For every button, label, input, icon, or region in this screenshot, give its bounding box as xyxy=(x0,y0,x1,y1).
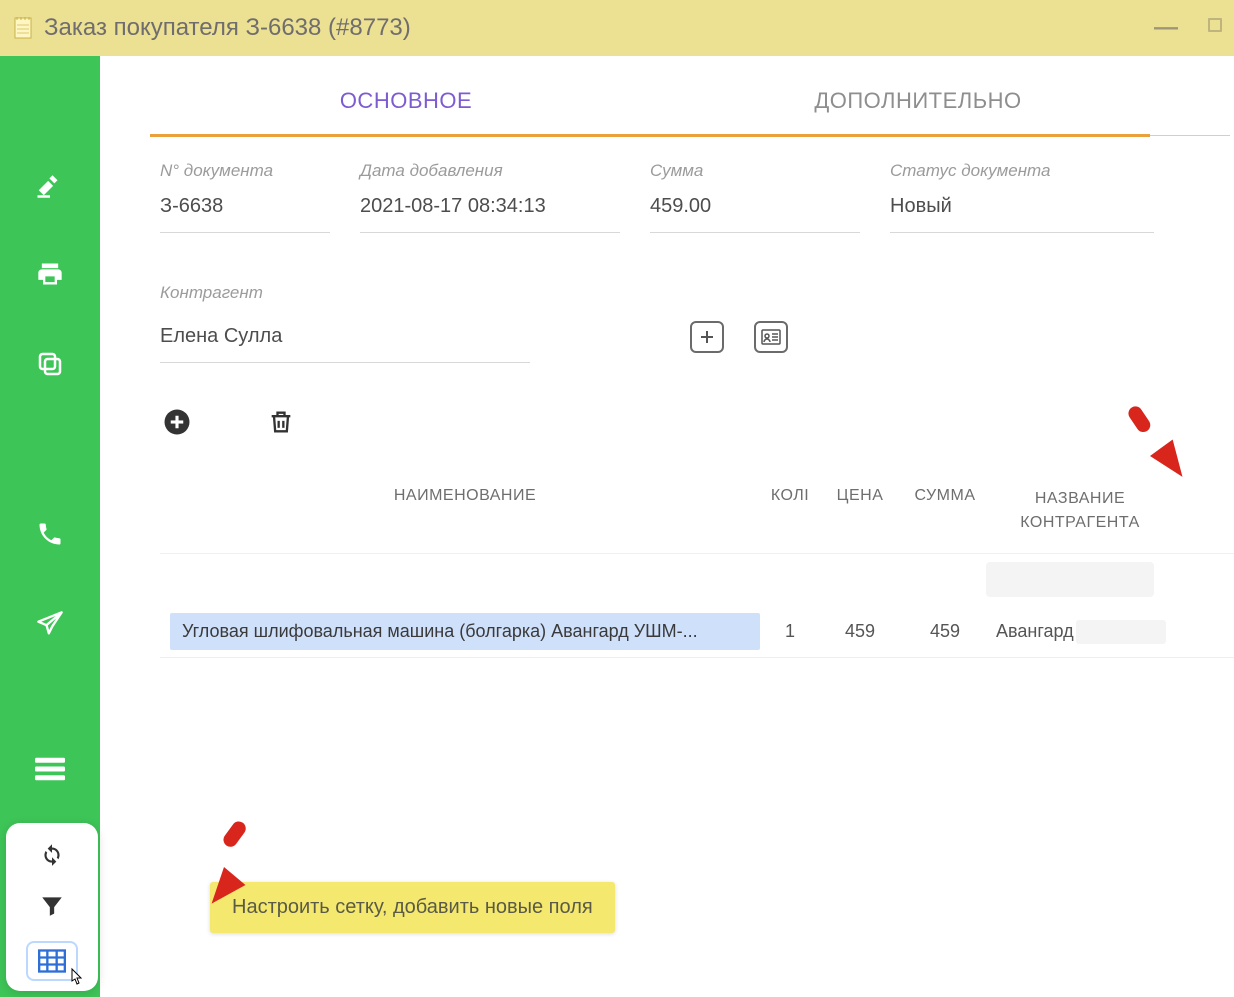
value-status: Новый xyxy=(890,195,1154,233)
add-contragent-button[interactable] xyxy=(690,321,724,353)
grid-settings-tooltip: Настроить сетку, добавить новые поля xyxy=(210,882,615,933)
delete-row-button[interactable] xyxy=(264,405,298,439)
field-doc-number: N° документа З-6638 xyxy=(160,161,350,233)
minimize-button[interactable]: — xyxy=(1154,14,1178,42)
header-fields: N° документа З-6638 Дата добавления 2021… xyxy=(160,161,1174,233)
copy-icon[interactable] xyxy=(32,346,68,382)
tab-main[interactable]: ОСНОВНОЕ xyxy=(150,76,662,134)
phone-icon[interactable] xyxy=(32,516,68,552)
field-sum: Сумма 459.00 xyxy=(650,161,880,233)
label-doc-number: N° документа xyxy=(160,161,330,181)
th-price: ЦЕНА xyxy=(820,487,900,535)
print-icon[interactable] xyxy=(32,256,68,292)
window-title: Заказ покупателя З-6638 (#8773) xyxy=(44,14,411,42)
table-row[interactable]: Угловая шлифовальная машина (болгарка) А… xyxy=(160,605,1234,658)
table-filter-row xyxy=(160,553,1234,605)
value-doc-number: З-6638 xyxy=(160,195,330,233)
value-sum: 459.00 xyxy=(650,195,860,233)
field-status: Статус документа Новый xyxy=(890,161,1174,233)
maximize-button[interactable] xyxy=(1208,18,1222,32)
cell-counterparty-text: Авангард xyxy=(996,620,1074,640)
filter-icon[interactable] xyxy=(35,889,69,923)
menu-icon[interactable] xyxy=(32,751,68,787)
table-header: НАИМЕНОВАНИЕ КОЛІ ЦЕНА СУММА НАЗВАНИЕ КО… xyxy=(160,469,1234,553)
cell-qty: 1 xyxy=(760,621,820,642)
sidebar xyxy=(0,56,100,997)
filter-cell-counterparty[interactable] xyxy=(986,562,1154,597)
app-notepad-icon xyxy=(12,17,34,39)
add-row-button[interactable] xyxy=(160,405,194,439)
main-content: ОСНОВНОЕ ДОПОЛНИТЕЛЬНО N° документа З-66… xyxy=(100,56,1234,997)
auction-icon[interactable] xyxy=(32,166,68,202)
cell-sum: 459 xyxy=(900,621,990,642)
label-sum: Сумма xyxy=(650,161,860,181)
redacted-mask xyxy=(1076,620,1166,644)
th-counterparty: НАЗВАНИЕ КОНТРАГЕНТА xyxy=(990,487,1170,535)
table-toolbar xyxy=(160,405,1174,439)
th-qty: КОЛІ xyxy=(760,487,820,535)
refresh-icon[interactable] xyxy=(35,837,69,871)
cell-name[interactable]: Угловая шлифовальная машина (болгарка) А… xyxy=(170,613,760,650)
label-date: Дата добавления xyxy=(360,161,620,181)
cursor-pointer-icon xyxy=(66,967,86,989)
cell-counterparty: Авангард xyxy=(990,620,1170,644)
floating-tool-panel xyxy=(6,823,98,991)
tabs: ОСНОВНОЕ ДОПОЛНИТЕЛЬНО xyxy=(150,76,1174,134)
tab-underline xyxy=(150,134,1150,137)
th-name: НАИМЕНОВАНИЕ xyxy=(170,487,760,535)
label-status: Статус документа xyxy=(890,161,1154,181)
contragent-card-button[interactable] xyxy=(754,321,788,353)
items-table: НАИМЕНОВАНИЕ КОЛІ ЦЕНА СУММА НАЗВАНИЕ КО… xyxy=(160,469,1234,658)
send-icon[interactable] xyxy=(32,606,68,642)
window-titlebar: Заказ покупателя З-6638 (#8773) — xyxy=(0,0,1234,56)
grid-settings-button[interactable] xyxy=(26,941,78,981)
contragent-block: Контрагент Елена Сулла xyxy=(160,283,1174,363)
label-contragent: Контрагент xyxy=(160,283,1174,303)
cell-price: 459 xyxy=(820,621,900,642)
th-sum: СУММА xyxy=(900,487,990,535)
tab-extra[interactable]: ДОПОЛНИТЕЛЬНО xyxy=(662,76,1174,134)
contragent-input[interactable]: Елена Сулла xyxy=(160,317,530,363)
window-controls: — xyxy=(1154,14,1222,42)
field-date: Дата добавления 2021-08-17 08:34:13 xyxy=(360,161,640,233)
value-date: 2021-08-17 08:34:13 xyxy=(360,195,620,233)
